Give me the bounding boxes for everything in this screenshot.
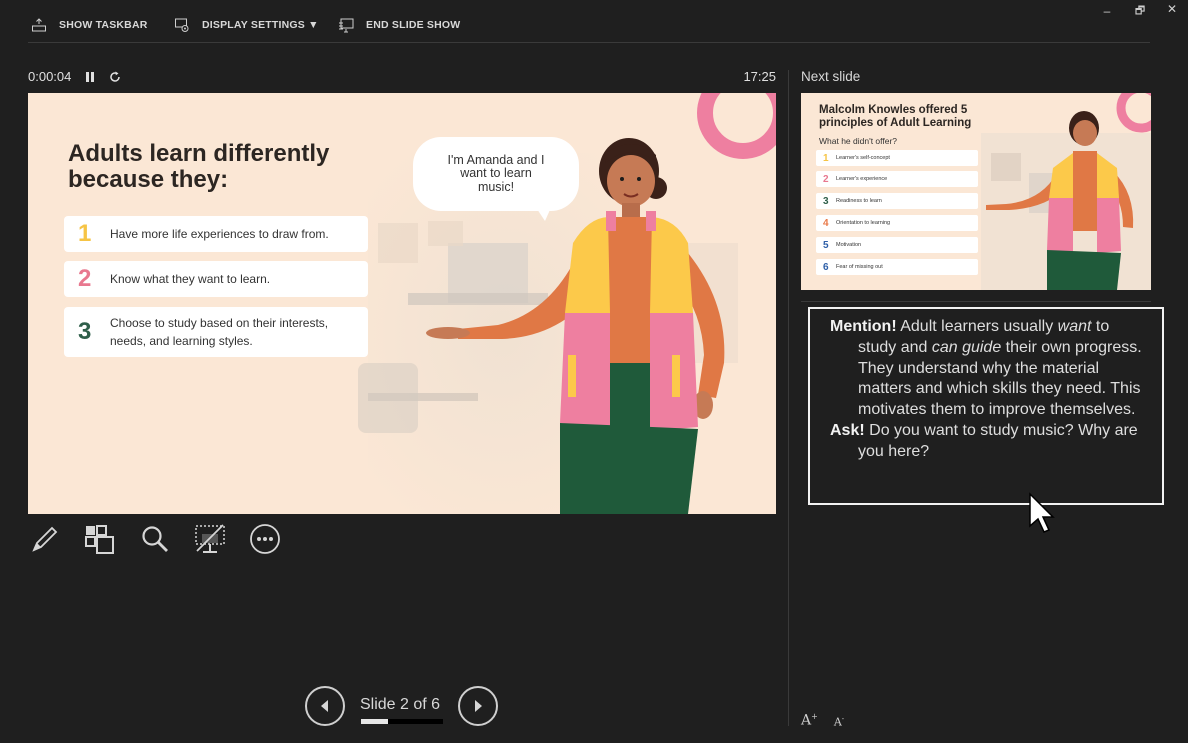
item-number: 6 [823, 261, 829, 273]
notes-emphasis: can guide [931, 338, 1002, 356]
black-screen-button[interactable] [193, 522, 227, 556]
next-slide-item-3: 3 Readiness to learn [816, 193, 978, 209]
zoom-button[interactable] [138, 522, 172, 556]
pen-tool-button[interactable] [28, 522, 62, 556]
notes-ask-paragraph: Ask! Do you want to study music? Why are… [830, 421, 1148, 463]
display-settings-icon [175, 18, 189, 32]
speaker-notes[interactable]: Mention! Adult learners usually want to … [808, 307, 1164, 505]
previous-slide-button[interactable] [305, 686, 345, 726]
speech-bubble: I'm Amanda and I want to learn music! [413, 137, 579, 211]
show-taskbar-button[interactable]: SHOW TASKBAR [31, 17, 148, 33]
current-slide[interactable]: Adults learn differently because they: I… [28, 93, 776, 514]
item-number: 5 [823, 239, 829, 251]
decrease-font-button[interactable]: A- [834, 715, 844, 729]
slide-counter[interactable]: Slide 2 of 6 [360, 696, 440, 714]
point-text: Know what they want to learn. [110, 272, 271, 286]
timer-bar: 0:00:04 [28, 69, 121, 84]
presenter-toolbar: SHOW TASKBAR DISPLAY SETTINGS ▼ END SLID… [0, 0, 1188, 44]
item-number: 1 [823, 152, 829, 164]
restore-button[interactable]: 🗗 [1131, 2, 1149, 21]
point-text: Have more life experiences to draw from. [110, 227, 329, 241]
show-taskbar-label: SHOW TASKBAR [59, 19, 148, 31]
slide-progress-fill [361, 719, 389, 724]
restart-timer-icon[interactable] [109, 71, 121, 83]
toolbar-divider [28, 42, 1150, 43]
next-slide-item-1: 1 Learner's self-concept [816, 150, 978, 166]
more-options-button[interactable] [248, 522, 282, 556]
item-text: Orientation to learning [836, 220, 891, 226]
end-slide-show-button[interactable]: END SLIDE SHOW [338, 17, 460, 33]
next-slide-item-2: 2 Learner's experience [816, 171, 978, 187]
magnifier-icon [142, 526, 168, 552]
notes-emphasis: want [1057, 318, 1092, 335]
notes-font-controls: A+ A- [801, 712, 844, 729]
end-slide-show-label: END SLIDE SHOW [366, 19, 461, 31]
point-2: 2 Know what they want to learn. [64, 261, 368, 297]
item-text: Learner's experience [836, 176, 888, 182]
item-text: Motivation [836, 242, 862, 248]
next-slide-button[interactable] [458, 686, 498, 726]
item-number: 4 [823, 217, 829, 229]
item-number: 2 [823, 173, 829, 185]
pen-icon [32, 526, 58, 552]
speech-bubble-tail [533, 203, 553, 221]
notes-text: Adult learners usually [896, 318, 1058, 335]
item-text: Readiness to learn [836, 198, 882, 204]
item-number: 3 [823, 195, 829, 207]
speech-bubble-text: I'm Amanda and I want to learn music! [447, 153, 545, 194]
current-time: 17:25 [743, 69, 776, 84]
notes-text: Do you want to study music? Why are you … [858, 421, 1138, 460]
next-slide-item-4: 4 Orientation to learning [816, 215, 978, 231]
see-all-slides-button[interactable] [83, 522, 117, 556]
item-text: Fear of missing out [836, 264, 883, 270]
point-number: 2 [78, 265, 92, 292]
item-text: Learner's self-concept [836, 155, 890, 161]
point-text: Choose to study based on their interests… [110, 316, 329, 348]
point-number: 3 [78, 318, 92, 345]
mouse-cursor-icon [1029, 492, 1055, 533]
ask-label: Ask! [830, 421, 865, 439]
slide-progress-bar [361, 719, 443, 724]
next-slide-subtitle: What he didn't offer? [819, 136, 898, 146]
pause-icon[interactable] [85, 71, 95, 83]
minimize-button[interactable]: – [1098, 4, 1116, 18]
next-slide-item-5: 5 Motivation [816, 237, 978, 253]
end-show-icon [339, 18, 354, 33]
point-1: 1 Have more life experiences to draw fro… [64, 216, 368, 252]
taskbar-icon [32, 18, 46, 32]
next-slide-label: Next slide [801, 69, 861, 84]
grid-icon [85, 525, 114, 554]
display-settings-label: DISPLAY SETTINGS ▼ [202, 19, 319, 31]
next-slide-title: Malcolm Knowles offered 5 principles of … [819, 104, 972, 129]
next-slide-item-6: 6 Fear of missing out [816, 259, 978, 275]
chevron-left-icon [321, 700, 328, 712]
chevron-right-icon [475, 700, 482, 712]
pane-divider [788, 70, 789, 726]
display-settings-button[interactable]: DISPLAY SETTINGS ▼ [174, 17, 319, 33]
point-3: 3 Choose to study based on their interes… [64, 307, 368, 357]
screen-off-icon [195, 524, 225, 553]
notes-mention-paragraph: Mention! Adult learners usually want to … [830, 317, 1148, 421]
slide-tools [28, 522, 282, 556]
slide-title: Adults learn differently because they: [68, 140, 330, 194]
next-slide-preview[interactable]: Malcolm Knowles offered 5 principles of … [801, 93, 1151, 290]
point-number: 1 [78, 220, 92, 247]
notes-divider [801, 301, 1151, 302]
mention-label: Mention! [830, 318, 897, 335]
close-button[interactable]: ✕ [1163, 2, 1181, 16]
more-icon [250, 524, 280, 554]
elapsed-time: 0:00:04 [28, 69, 72, 84]
increase-font-button[interactable]: A+ [801, 712, 818, 729]
